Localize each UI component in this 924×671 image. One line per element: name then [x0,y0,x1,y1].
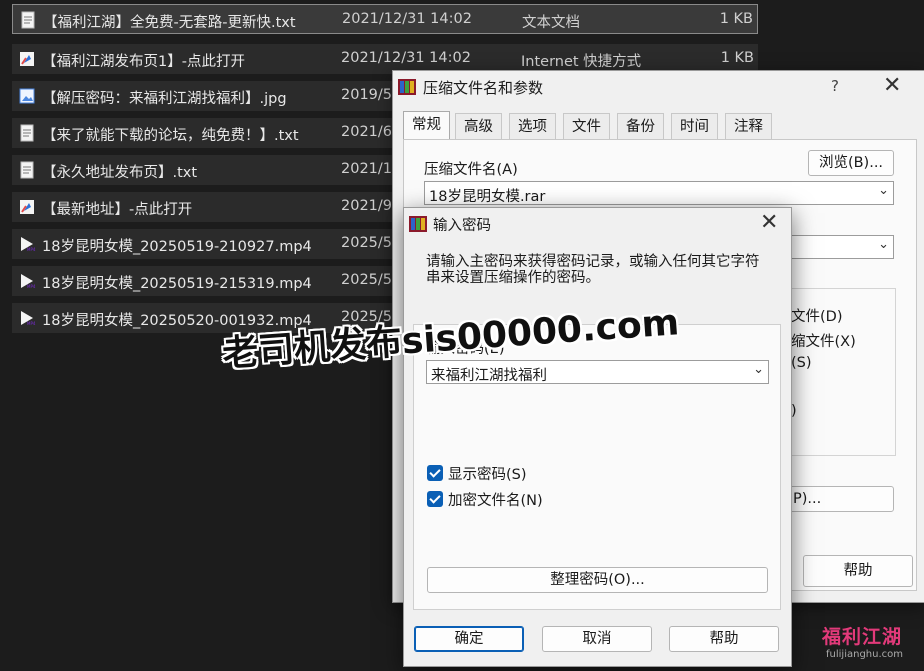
svg-text:MP4: MP4 [27,247,36,252]
file-name: 【福利江湖发布页1】-点此打开 [42,54,245,70]
video-file-icon: MP4 [21,237,36,252]
password-value: 来福利江湖找福利 [431,368,547,384]
file-type: 文本文档 [522,15,580,31]
watermark-logo: 福利江湖 fulijianghu.com [822,622,918,666]
dialog-titlebar[interactable]: 压缩文件名和参数 ? ✕ [393,71,924,103]
file-name: 【最新地址】-点此打开 [42,202,193,218]
file-date: 2021/6 [341,124,393,140]
file-name: 【解压密码：来福利江湖找福利】.jpg [42,91,287,107]
browse-button[interactable]: 浏览(B)... [808,150,894,176]
archive-options-group: 文件(D) 缩文件(X) (S) ) [786,288,896,456]
tab-time[interactable]: 时间 [671,113,718,139]
video-file-icon: MP4 [21,274,36,289]
dialog-title: 输入密码 [433,218,491,234]
svg-text:MP4: MP4 [27,321,36,326]
tab-advanced[interactable]: 高级 [455,113,502,139]
file-name: 【福利江湖】全免费-无套路-更新快.txt [43,15,296,31]
enter-password-dialog: 输入密码 ✕ 请输入主密码来获得密码记录，或输入任何其它字符串来设置压缩操作的密… [403,207,792,667]
text-file-icon [21,11,35,29]
tab-files[interactable]: 文件 [563,113,610,139]
file-date: 2019/5 [341,87,393,103]
archive-name-value: 18岁昆明女模.rar [429,189,546,205]
winrar-icon [409,216,427,232]
chevron-down-icon: ⌄ [753,362,764,377]
tab-general[interactable]: 常规 [403,111,450,139]
option-delete-files-label[interactable]: 文件(D) [791,305,842,326]
internet-shortcut-icon [20,200,34,214]
help-button[interactable]: 帮助 [803,555,913,587]
help-button[interactable]: 帮助 [669,626,779,652]
file-type: Internet 快捷方式 [521,54,642,70]
archive-name-label: 压缩文件名(A) [424,162,518,178]
text-file-icon [20,124,34,142]
close-icon[interactable]: ✕ [760,210,778,235]
file-date: 2025/5 [341,235,393,251]
video-file-icon: MP4 [21,311,36,326]
encrypt-filenames-checkbox[interactable] [427,491,443,507]
file-name: 18岁昆明女模_20250519-215319.mp4 [42,276,312,292]
chevron-down-icon: ⌄ [878,237,889,252]
close-icon[interactable]: ✕ [883,73,901,98]
file-name: 【来了就能下载的论坛，纯免费！】.txt [42,128,299,144]
file-name: 【永久地址发布页】.txt [42,165,198,181]
help-icon[interactable]: ? [831,77,839,95]
password-description: 请输入主密码来获得密码记录，或输入任何其它字符串来设置压缩操作的密码。 [426,254,760,286]
tab-backup[interactable]: 备份 [617,113,664,139]
ok-button[interactable]: 确定 [414,626,524,652]
set-password-button[interactable]: P)... [788,486,894,512]
show-password-label[interactable]: 显示密码(S) [448,463,527,484]
option-sfx-label[interactable]: 缩文件(X) [791,330,856,351]
file-row[interactable]: 【福利江湖】全免费-无套路-更新快.txt 2021/12/31 14:02 文… [12,4,758,34]
winrar-icon [398,79,416,95]
text-file-icon [20,161,34,179]
tab-comment[interactable]: 注释 [725,113,772,139]
file-name: 18岁昆明女模_20250519-210927.mp4 [42,239,312,255]
password-combobox[interactable]: 来福利江湖找福利 ⌄ [426,360,769,384]
encrypt-filenames-label[interactable]: 加密文件名(N) [448,489,543,510]
file-size: 1 KB [719,11,753,27]
svg-text:MP4: MP4 [27,284,36,289]
profile-combobox[interactable]: ⌄ [790,235,894,259]
file-date: 2025/5 [341,272,393,288]
option-solid-label[interactable]: (S) [791,355,812,371]
file-date: 2021/1 [341,161,393,177]
cancel-button[interactable]: 取消 [542,626,652,652]
image-file-icon [19,88,35,104]
file-size: 1 KB [720,50,754,66]
password-panel: 输入密码(E) 来福利江湖找福利 ⌄ 显示密码(S) 加密文件名(N) 整理密码… [413,324,781,610]
dialog-titlebar[interactable]: 输入密码 ✕ [404,208,791,240]
file-date: 2021/9 [341,198,393,214]
file-date: 2021/12/31 14:02 [342,11,472,27]
tab-options[interactable]: 选项 [509,113,556,139]
chevron-down-icon: ⌄ [878,183,889,198]
logo-url: fulijianghu.com [826,649,903,660]
organize-passwords-button[interactable]: 整理密码(O)... [427,567,768,593]
logo-text: 福利江湖 [822,626,903,648]
file-date: 2021/12/31 14:02 [341,50,471,66]
archive-name-combobox[interactable]: 18岁昆明女模.rar ⌄ [424,181,894,205]
show-password-checkbox[interactable] [427,465,443,481]
internet-shortcut-icon [20,52,34,66]
dialog-title: 压缩文件名和参数 [423,79,544,97]
